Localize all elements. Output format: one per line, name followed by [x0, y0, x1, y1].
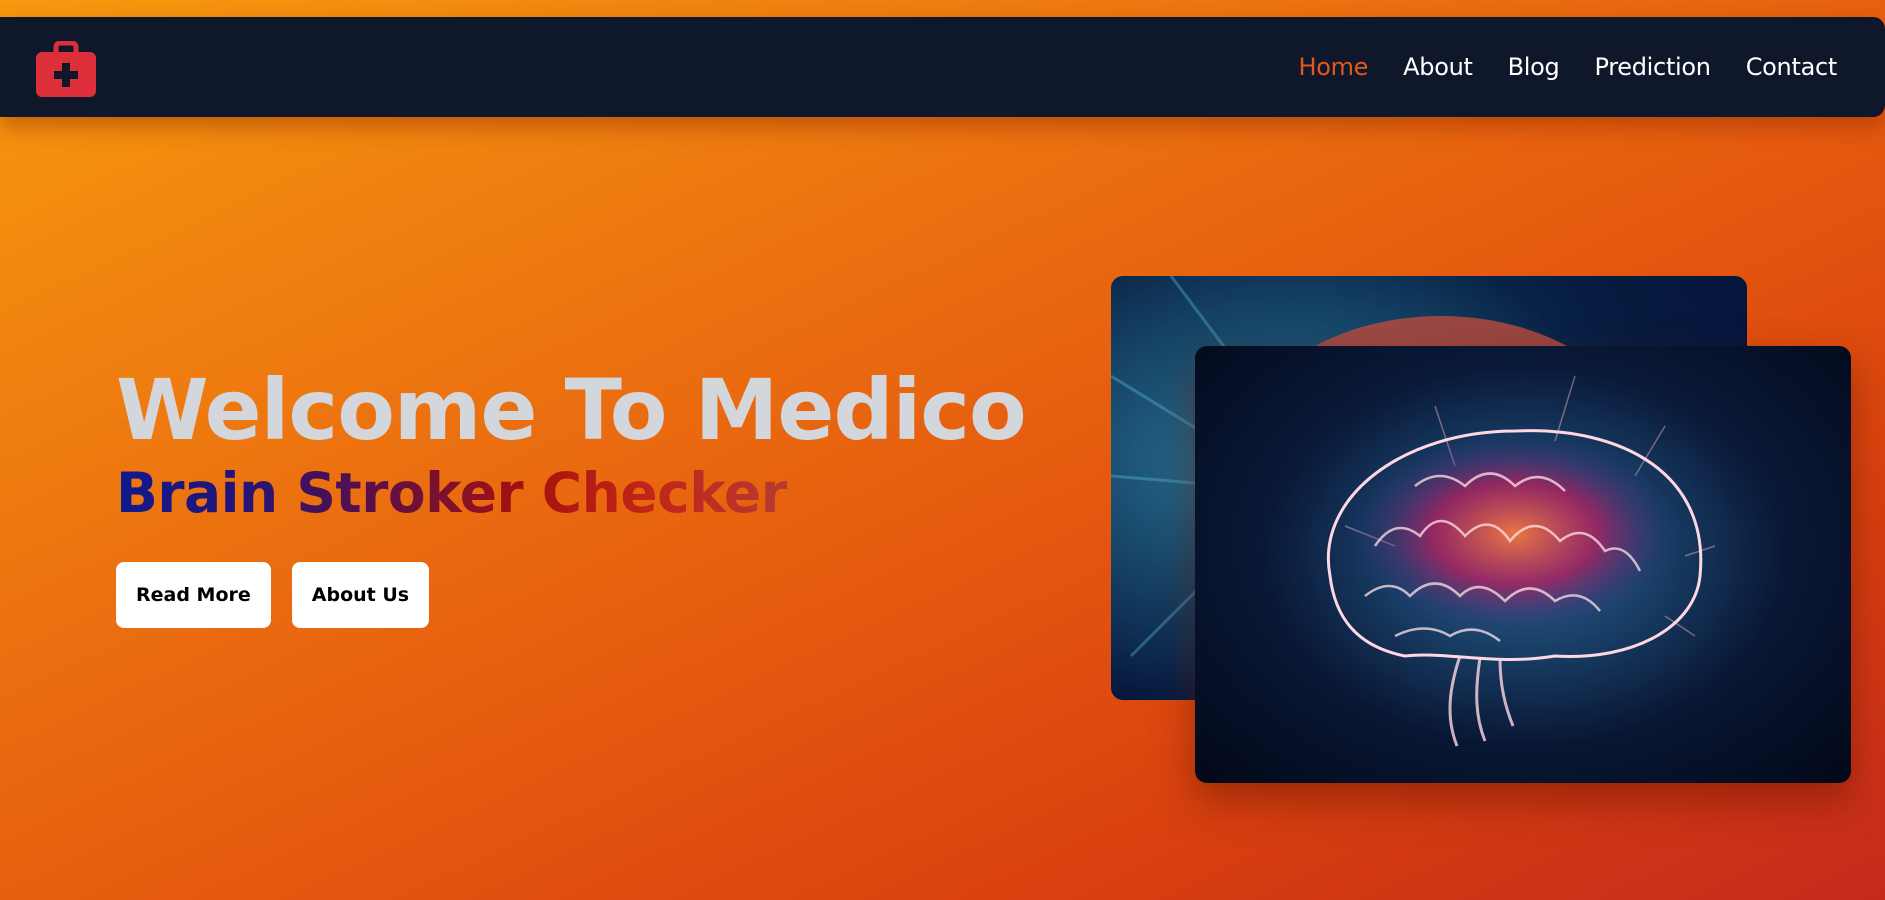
navbar: Home About Blog Prediction Contact — [0, 17, 1885, 117]
medical-kit-icon[interactable] — [36, 41, 96, 97]
nav-link-blog[interactable]: Blog — [1508, 53, 1560, 81]
hero-buttons: Read More About Us — [116, 562, 1026, 628]
nav-link-prediction[interactable]: Prediction — [1594, 53, 1711, 81]
hero-text: Welcome To Medico Brain Stroker Checker … — [116, 360, 1027, 628]
nav-links: Home About Blog Prediction Contact — [1298, 17, 1837, 117]
hero-title: Welcome To Medico — [116, 361, 1027, 459]
nav-link-home[interactable]: Home — [1298, 53, 1368, 81]
brain-image-front — [1195, 346, 1851, 783]
nav-link-about[interactable]: About — [1403, 53, 1473, 81]
hero-subtitle: Brain Stroker Checker — [116, 461, 788, 525]
nav-link-contact[interactable]: Contact — [1746, 53, 1838, 81]
read-more-button[interactable]: Read More — [116, 562, 271, 628]
about-us-button[interactable]: About Us — [291, 562, 430, 628]
